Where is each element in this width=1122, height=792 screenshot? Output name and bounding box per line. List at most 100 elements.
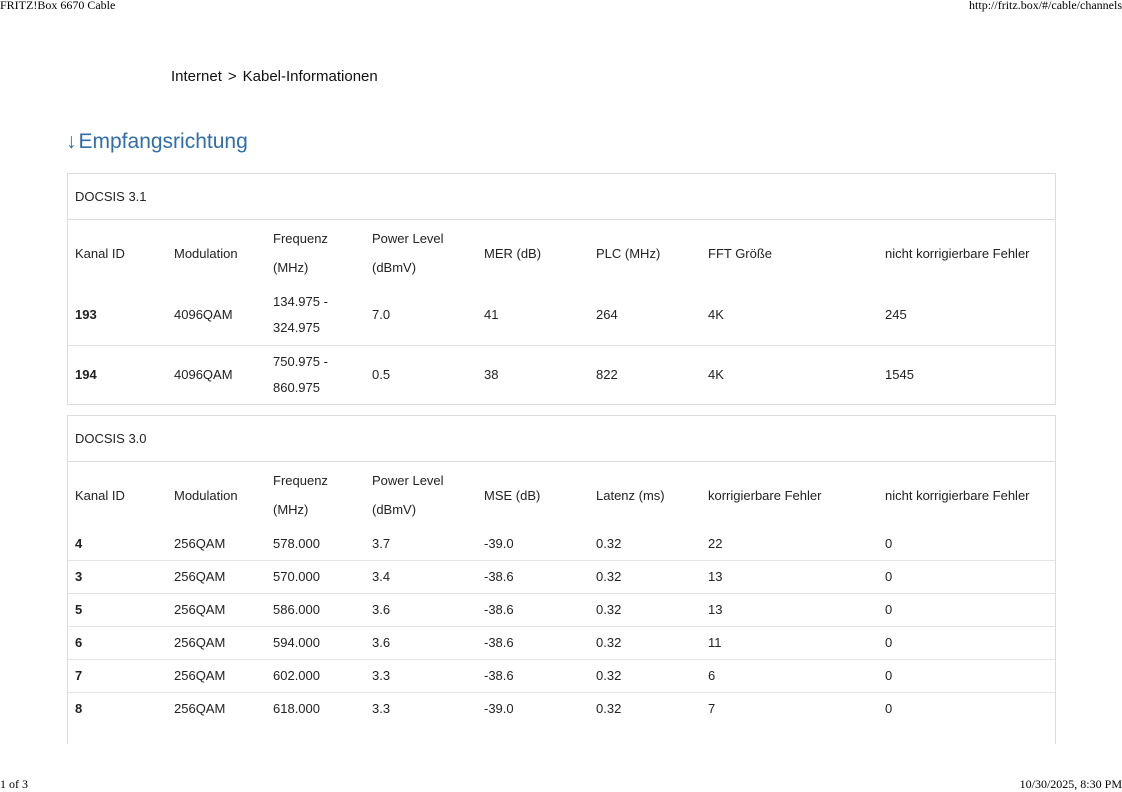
table-cell: 0 — [885, 667, 893, 683]
table-cell: 11 — [708, 634, 722, 650]
table-row: 3 256QAM 570.000 3.4 -38.6 0.32 13 0 — [68, 560, 1055, 593]
table-row: 8 256QAM 618.000 3.3 -39.0 0.32 7 0 — [68, 692, 1055, 725]
print-header-title: FRITZ!Box 6670 Cable — [0, 0, 116, 12]
table-cell: 1545 — [885, 366, 914, 382]
table-cell: 578.000 — [273, 535, 320, 551]
table-cell: 594.000 — [273, 634, 320, 650]
table-row: 194 4096QAM 750.975 - 860.975 0.5 38 822… — [68, 345, 1055, 404]
column-header: MSE (dB) — [484, 487, 541, 503]
table-cell: -39.0 — [484, 700, 514, 716]
table-cell: 3.3 — [372, 667, 391, 683]
docsis30-table: Kanal ID Modulation Frequenz (MHz) Power… — [68, 462, 1055, 725]
table-row: 4 256QAM 578.000 3.7 -39.0 0.32 22 0 — [68, 528, 1055, 560]
table-cell: 3.4 — [372, 568, 391, 584]
table-cell: 602.000 — [273, 667, 320, 683]
docsis30-header-row: Kanal ID Modulation Frequenz (MHz) Power… — [68, 462, 1055, 528]
section-title: ↓Empfangsrichtung — [66, 130, 248, 154]
column-header: PLC (MHz) — [596, 245, 661, 261]
down-arrow-icon: ↓ — [66, 130, 77, 153]
table-cell: 0.32 — [596, 634, 622, 650]
column-header: korrigierbare Fehler — [708, 487, 822, 503]
table-cell: 6 — [708, 667, 716, 683]
column-header: Power Level (dBmV) — [372, 473, 444, 517]
docsis31-table: Kanal ID Modulation Frequenz (MHz) Power… — [68, 220, 1055, 404]
table-cell: 0.32 — [596, 700, 622, 716]
table-cell: 750.975 - 860.975 — [273, 353, 328, 395]
table-cell: 0.5 — [372, 366, 391, 382]
table-cell: 0 — [885, 535, 893, 551]
table-cell: 256QAM — [174, 568, 226, 584]
column-header: nicht korrigierbare Fehler — [885, 245, 1030, 261]
channel-id-cell: 6 — [75, 634, 83, 650]
table-cell: 22 — [708, 535, 723, 551]
table-cell: 4K — [708, 366, 724, 382]
table-cell: -39.0 — [484, 535, 514, 551]
table-cell: 256QAM — [174, 601, 226, 617]
table-cell: 0.32 — [596, 568, 622, 584]
column-header: FFT Größe — [708, 245, 773, 261]
table-cell: 256QAM — [174, 535, 226, 551]
table-cell: 0 — [885, 700, 893, 716]
docsis30-panel: DOCSIS 3.0 Kanal ID Modulation Frequenz … — [67, 415, 1056, 744]
table-cell: 4K — [708, 307, 724, 323]
table-cell: 0 — [885, 568, 893, 584]
table-cell: 3.3 — [372, 700, 391, 716]
docsis30-panel-title: DOCSIS 3.0 — [68, 416, 1055, 462]
channel-id-cell: 193 — [75, 307, 97, 323]
table-cell: 13 — [708, 568, 723, 584]
print-footer-datetime: 10/30/2025, 8:30 PM — [1019, 777, 1122, 791]
docsis31-panel-title: DOCSIS 3.1 — [68, 174, 1055, 220]
docsis31-panel: DOCSIS 3.1 Kanal ID Modulation Frequenz … — [67, 173, 1056, 405]
table-cell: 41 — [484, 307, 499, 323]
column-header: Modulation — [174, 487, 238, 503]
breadcrumb-separator: > — [227, 68, 237, 85]
breadcrumb-internet-link[interactable]: Internet — [171, 68, 222, 85]
table-row: 193 4096QAM 134.975 - 324.975 7.0 41 264… — [68, 286, 1055, 345]
print-footer-page: 1 of 3 — [0, 777, 28, 791]
table-cell: 586.000 — [273, 601, 320, 617]
column-header: Power Level (dBmV) — [372, 231, 444, 275]
breadcrumb: Internet > Kabel-Informationen — [171, 68, 378, 85]
table-cell: 3.6 — [372, 601, 391, 617]
table-cell: 0.32 — [596, 601, 622, 617]
channel-id-cell: 194 — [75, 366, 97, 382]
table-cell: 134.975 - 324.975 — [273, 294, 328, 336]
channel-id-cell: 5 — [75, 601, 83, 617]
table-row: 5 256QAM 586.000 3.6 -38.6 0.32 13 0 — [68, 593, 1055, 626]
column-header: Frequenz (MHz) — [273, 231, 328, 275]
table-cell: 0 — [885, 634, 893, 650]
column-header: nicht korrigierbare Fehler — [885, 487, 1030, 503]
table-cell: 7.0 — [372, 307, 391, 323]
section-title-text: Empfangsrichtung — [78, 130, 248, 153]
table-cell: 0.32 — [596, 535, 622, 551]
channel-id-cell: 3 — [75, 568, 83, 584]
table-cell: -38.6 — [484, 568, 514, 584]
table-cell: -38.6 — [484, 667, 514, 683]
table-cell: 256QAM — [174, 700, 226, 716]
channel-id-cell: 4 — [75, 535, 83, 551]
table-cell: 13 — [708, 601, 723, 617]
table-cell: 3.7 — [372, 535, 391, 551]
column-header: MER (dB) — [484, 245, 542, 261]
column-header: Modulation — [174, 245, 238, 261]
column-header: Kanal ID — [75, 245, 125, 261]
table-cell: 4096QAM — [174, 307, 233, 323]
table-cell: -38.6 — [484, 601, 514, 617]
table-cell: 0.32 — [596, 667, 622, 683]
table-cell: 245 — [885, 307, 907, 323]
channel-id-cell: 8 — [75, 700, 83, 716]
table-cell: 822 — [596, 366, 618, 382]
table-cell: 256QAM — [174, 634, 226, 650]
docsis31-header-row: Kanal ID Modulation Frequenz (MHz) Power… — [68, 220, 1055, 286]
table-cell: 570.000 — [273, 568, 320, 584]
table-row: 6 256QAM 594.000 3.6 -38.6 0.32 11 0 — [68, 626, 1055, 659]
table-cell: 264 — [596, 307, 618, 323]
table-cell: 3.6 — [372, 634, 391, 650]
table-cell: 256QAM — [174, 667, 226, 683]
table-row: 7 256QAM 602.000 3.3 -38.6 0.32 6 0 — [68, 659, 1055, 692]
column-header: Frequenz (MHz) — [273, 473, 328, 517]
breadcrumb-current: Kabel-Informationen — [242, 68, 378, 85]
channel-id-cell: 7 — [75, 667, 83, 683]
table-cell: 618.000 — [273, 700, 320, 716]
table-cell: 4096QAM — [174, 366, 233, 382]
